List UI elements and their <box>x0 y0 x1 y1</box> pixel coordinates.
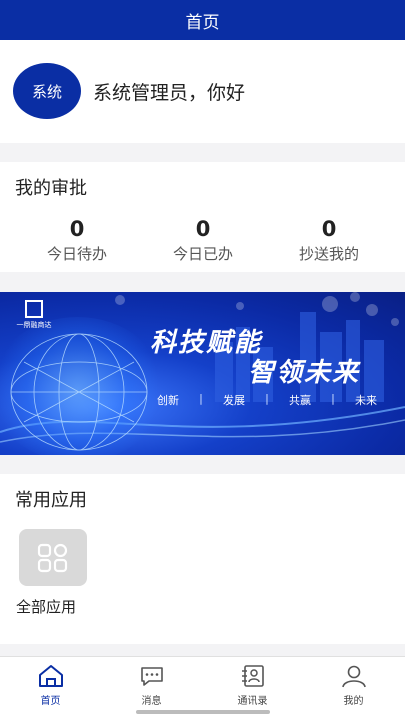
stat-label: 今日已办 <box>172 245 233 263</box>
page-title: 首页 <box>185 12 220 33</box>
home-icon <box>38 665 63 687</box>
stat-label: 今日待办 <box>46 245 107 263</box>
greeting-text: 系统管理员，你好 <box>93 82 246 104</box>
contacts-icon <box>241 665 264 687</box>
approval-card: 我的审批 0 今日待办 0 今日已办 0 抄送我的 <box>0 162 405 272</box>
tag-separator: | <box>331 392 335 405</box>
tab-label: 我的 <box>343 696 364 707</box>
banner-headline-2: 智领未来 <box>248 358 361 388</box>
stat-done[interactable]: 0 今日已办 <box>148 217 258 264</box>
avatar-text: 系统 <box>31 82 62 101</box>
promo-banner[interactable]: 一鼎融商达 科技赋能 智领未来 创新 | 发展 | 共赢 | 未来 <box>0 292 405 455</box>
stat-label: 抄送我的 <box>298 245 359 263</box>
tab-label: 消息 <box>141 696 162 707</box>
tab-contacts[interactable]: 通讯录 <box>202 663 303 707</box>
banner-tag: 创新 <box>157 394 179 407</box>
stat-value: 0 <box>69 217 85 241</box>
logo-text: 一鼎融商达 <box>16 321 52 329</box>
banner-tags: 创新 | 发展 | 共赢 | 未来 <box>157 392 377 408</box>
apps-title: 常用应用 <box>15 490 87 511</box>
apps-card: 常用应用 全部应用 <box>0 474 405 644</box>
globe-network-icon <box>10 333 148 451</box>
tab-label: 通讯录 <box>237 696 268 707</box>
all-apps-button[interactable] <box>19 529 87 586</box>
chat-icon <box>140 667 163 686</box>
user-card: 系统 系统管理员，你好 <box>0 40 405 143</box>
avatar[interactable]: 系统 <box>13 63 81 119</box>
all-apps-label[interactable]: 全部应用 <box>16 596 76 617</box>
banner-logo: 一鼎融商达 <box>14 300 54 334</box>
approval-title: 我的审批 <box>15 178 87 199</box>
banner-tag: 发展 <box>223 394 245 407</box>
tab-label: 首页 <box>40 696 61 707</box>
tag-separator: | <box>265 392 269 405</box>
tab-profile[interactable]: 我的 <box>303 663 404 707</box>
banner-tag: 未来 <box>355 394 377 407</box>
home-indicator <box>136 710 270 714</box>
stat-cc[interactable]: 0 抄送我的 <box>274 217 384 264</box>
banner-tag: 共赢 <box>289 394 311 407</box>
grid-apps-icon <box>37 543 68 572</box>
stat-value: 0 <box>321 217 337 241</box>
top-bar: 首页 <box>0 0 405 40</box>
tab-messages[interactable]: 消息 <box>101 663 202 707</box>
tab-home[interactable]: 首页 <box>0 663 101 707</box>
person-icon <box>341 665 366 688</box>
tag-separator: | <box>199 392 203 405</box>
stat-todo[interactable]: 0 今日待办 <box>22 217 132 264</box>
banner-headline-1: 科技赋能 <box>150 328 263 358</box>
stat-value: 0 <box>195 217 211 241</box>
logo-mark-icon <box>25 300 43 318</box>
